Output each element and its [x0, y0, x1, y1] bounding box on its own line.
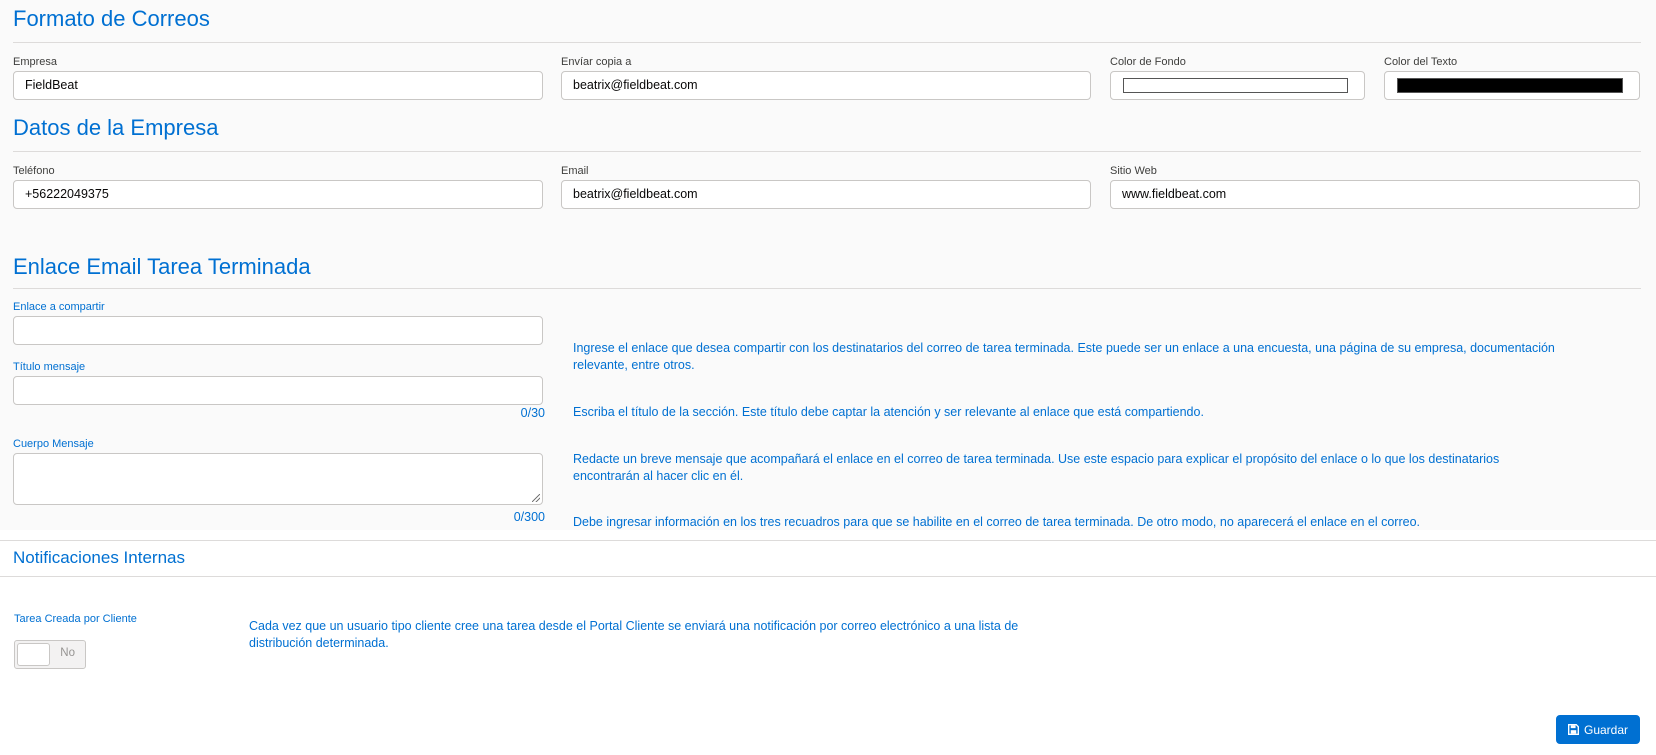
texto-color-swatch [1397, 78, 1623, 93]
copia-input[interactable]: beatrix@fieldbeat.com [561, 71, 1091, 100]
fondo-color-picker[interactable] [1110, 71, 1365, 100]
copia-label: Envíar copia a [561, 56, 632, 68]
titulo-label: Título mensaje [13, 361, 86, 373]
cuerpo-help: Redacte un breve mensaje que acompañará … [573, 452, 1500, 483]
enlace-label: Enlace a compartir [13, 301, 105, 313]
titulo-input[interactable] [13, 376, 543, 405]
telefono-input[interactable]: +56222049375 [13, 180, 543, 209]
save-label: Guardar [1583, 722, 1629, 737]
resize-handle-icon[interactable] [532, 494, 540, 502]
toggle-knob [17, 643, 50, 666]
sitio-label: Sitio Web [1110, 165, 1157, 177]
notificaciones-top-divider [0, 540, 1656, 541]
enlace-title: Enlace Email Tarea Terminada [13, 254, 311, 279]
empresa-input[interactable]: FieldBeat [13, 71, 543, 100]
email-input[interactable]: beatrix@fieldbeat.com [561, 180, 1091, 209]
datos-divider [13, 151, 1641, 152]
datos-title: Datos de la Empresa [13, 115, 219, 140]
notificaciones-title: Notificaciones Internas [13, 548, 185, 567]
tarea-toggle[interactable]: No [14, 640, 86, 669]
titulo-counter: 0/30 [520, 406, 545, 420]
enlace-help: Ingrese el enlace que desea compartir co… [573, 341, 1555, 372]
cuerpo-counter: 0/300 [513, 510, 545, 524]
enlace-note: Debe ingresar información en los tres re… [573, 515, 1421, 529]
cuerpo-textarea[interactable] [13, 453, 543, 505]
sitio-input[interactable]: www.fieldbeat.com [1110, 180, 1640, 209]
texto-label: Color del Texto [1384, 56, 1458, 68]
titulo-help: Escriba el título de la sección. Este tí… [573, 405, 1204, 419]
enlace-divider [13, 288, 1641, 289]
floppy-disk-icon [1567, 724, 1579, 735]
texto-color-picker[interactable] [1384, 71, 1640, 100]
tarea-help: Cada vez que un usuario tipo cliente cre… [249, 619, 1019, 650]
telefono-label: Teléfono [13, 165, 55, 177]
fondo-label: Color de Fondo [1110, 56, 1186, 68]
cuerpo-label: Cuerpo Mensaje [13, 438, 94, 450]
fondo-color-swatch [1123, 78, 1348, 93]
notificaciones-divider [0, 576, 1656, 577]
save-button[interactable]: Guardar [1556, 715, 1640, 744]
toggle-state-text: No [60, 647, 75, 659]
empresa-label: Empresa [13, 56, 58, 68]
email-label: Email [561, 165, 589, 177]
enlace-input[interactable] [13, 316, 543, 345]
tarea-label: Tarea Creada por Cliente [14, 613, 137, 625]
formato-title: Formato de Correos [13, 6, 210, 31]
formato-divider [13, 42, 1641, 43]
